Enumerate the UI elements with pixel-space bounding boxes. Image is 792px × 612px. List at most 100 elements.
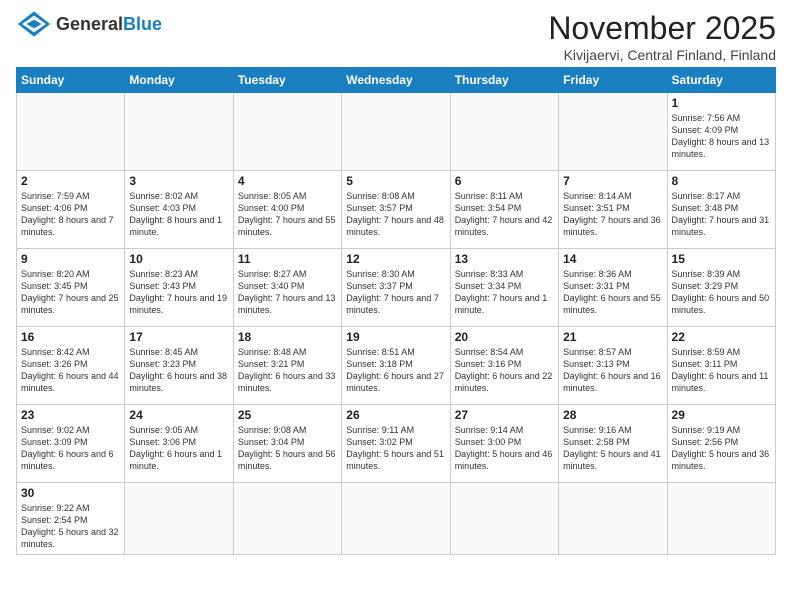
calendar-day-cell [342, 93, 450, 171]
day-number: 25 [238, 408, 337, 422]
day-info: Sunrise: 8:27 AM Sunset: 3:40 PM Dayligh… [238, 268, 337, 317]
day-number: 12 [346, 252, 445, 266]
header: GeneralBlue November 2025 Kivijaervi, Ce… [16, 10, 776, 63]
calendar-week-row: 1 Sunrise: 7:56 AM Sunset: 4:09 PM Daylig… [17, 93, 776, 171]
calendar-day-cell: 22Sunrise: 8:59 AM Sunset: 3:11 PM Dayli… [667, 327, 775, 405]
calendar-day-cell: 16 Sunrise: 8:42 AM Sunset: 3:26 PM Dayli… [17, 327, 125, 405]
day-info: Sunrise: 9:22 AM Sunset: 2:54 PM Dayligh… [21, 502, 120, 551]
calendar-day-cell: 10 Sunrise: 8:23 AM Sunset: 3:43 PM Dayli… [125, 249, 233, 327]
calendar-day-cell [559, 93, 667, 171]
calendar-day-cell [342, 483, 450, 555]
day-number: 30 [21, 486, 120, 500]
calendar-day-cell: 30 Sunrise: 9:22 AM Sunset: 2:54 PM Dayli… [17, 483, 125, 555]
day-number: 26 [346, 408, 445, 422]
subtitle: Kivijaervi, Central Finland, Finland [548, 47, 776, 63]
day-number: 28 [563, 408, 662, 422]
day-number: 16 [21, 330, 120, 344]
day-number: 18 [238, 330, 337, 344]
day-info: Sunrise: 8:14 AM Sunset: 3:51 PM Dayligh… [563, 190, 662, 239]
day-number: 6 [455, 174, 554, 188]
day-number: 13 [455, 252, 554, 266]
calendar-day-cell: 29Sunrise: 9:19 AM Sunset: 2:56 PM Dayli… [667, 405, 775, 483]
calendar-day-cell: 4 Sunrise: 8:05 AM Sunset: 4:00 PM Daylig… [233, 171, 341, 249]
weekday-header: Tuesday [233, 68, 341, 93]
day-info: Sunrise: 8:42 AM Sunset: 3:26 PM Dayligh… [21, 346, 120, 395]
weekday-header: Thursday [450, 68, 558, 93]
day-info: Sunrise: 9:16 AM Sunset: 2:58 PM Dayligh… [563, 424, 662, 473]
day-info: Sunrise: 7:59 AM Sunset: 4:06 PM Dayligh… [21, 190, 120, 239]
day-number: 4 [238, 174, 337, 188]
day-number: 27 [455, 408, 554, 422]
calendar-day-cell: 17Sunrise: 8:45 AM Sunset: 3:23 PM Dayli… [125, 327, 233, 405]
calendar-day-cell: 9Sunrise: 8:20 AM Sunset: 3:45 PM Daylig… [17, 249, 125, 327]
day-number: 1 [672, 96, 771, 110]
day-info: Sunrise: 8:48 AM Sunset: 3:21 PM Dayligh… [238, 346, 337, 395]
day-info: Sunrise: 9:02 AM Sunset: 3:09 PM Dayligh… [21, 424, 120, 473]
day-info: Sunrise: 9:05 AM Sunset: 3:06 PM Dayligh… [129, 424, 228, 473]
day-number: 15 [672, 252, 771, 266]
day-info: Sunrise: 8:51 AM Sunset: 3:18 PM Dayligh… [346, 346, 445, 395]
calendar-day-cell: 15 Sunrise: 8:39 AM Sunset: 3:29 PM Dayli… [667, 249, 775, 327]
day-number: 8 [672, 174, 771, 188]
day-info: Sunrise: 8:57 AM Sunset: 3:13 PM Dayligh… [563, 346, 662, 395]
title-block: November 2025 Kivijaervi, Central Finlan… [548, 10, 776, 63]
calendar-day-cell: 2 Sunrise: 7:59 AM Sunset: 4:06 PM Daylig… [17, 171, 125, 249]
calendar-day-cell: 13 Sunrise: 8:33 AM Sunset: 3:34 PM Dayli… [450, 249, 558, 327]
day-number: 19 [346, 330, 445, 344]
day-info: Sunrise: 9:14 AM Sunset: 3:00 PM Dayligh… [455, 424, 554, 473]
calendar-week-row: 16 Sunrise: 8:42 AM Sunset: 3:26 PM Dayli… [17, 327, 776, 405]
calendar-day-cell: 11Sunrise: 8:27 AM Sunset: 3:40 PM Dayli… [233, 249, 341, 327]
day-info: Sunrise: 8:33 AM Sunset: 3:34 PM Dayligh… [455, 268, 554, 317]
day-info: Sunrise: 8:45 AM Sunset: 3:23 PM Dayligh… [129, 346, 228, 395]
day-number: 24 [129, 408, 228, 422]
day-info: Sunrise: 9:11 AM Sunset: 3:02 PM Dayligh… [346, 424, 445, 473]
weekday-header: Friday [559, 68, 667, 93]
day-number: 20 [455, 330, 554, 344]
day-info: Sunrise: 8:11 AM Sunset: 3:54 PM Dayligh… [455, 190, 554, 239]
day-info: Sunrise: 7:56 AM Sunset: 4:09 PM Dayligh… [672, 112, 771, 161]
day-number: 23 [21, 408, 120, 422]
day-number: 2 [21, 174, 120, 188]
calendar-day-cell: 8Sunrise: 8:17 AM Sunset: 3:48 PM Daylig… [667, 171, 775, 249]
calendar-day-cell: 25 Sunrise: 9:08 AM Sunset: 3:04 PM Dayli… [233, 405, 341, 483]
weekday-header: Saturday [667, 68, 775, 93]
day-info: Sunrise: 8:30 AM Sunset: 3:37 PM Dayligh… [346, 268, 445, 317]
day-info: Sunrise: 8:39 AM Sunset: 3:29 PM Dayligh… [672, 268, 771, 317]
day-info: Sunrise: 8:36 AM Sunset: 3:31 PM Dayligh… [563, 268, 662, 317]
logo-text: GeneralBlue [56, 14, 162, 35]
calendar-day-cell: 23 Sunrise: 9:02 AM Sunset: 3:09 PM Dayli… [17, 405, 125, 483]
calendar-day-cell [667, 483, 775, 555]
day-number: 5 [346, 174, 445, 188]
calendar-day-cell: 21 Sunrise: 8:57 AM Sunset: 3:13 PM Dayli… [559, 327, 667, 405]
calendar-day-cell [17, 93, 125, 171]
calendar-day-cell [450, 93, 558, 171]
day-info: Sunrise: 9:08 AM Sunset: 3:04 PM Dayligh… [238, 424, 337, 473]
calendar-day-cell [125, 93, 233, 171]
day-number: 10 [129, 252, 228, 266]
calendar-day-cell: 6 Sunrise: 8:11 AM Sunset: 3:54 PM Daylig… [450, 171, 558, 249]
day-info: Sunrise: 8:54 AM Sunset: 3:16 PM Dayligh… [455, 346, 554, 395]
calendar-day-cell: 19 Sunrise: 8:51 AM Sunset: 3:18 PM Dayli… [342, 327, 450, 405]
day-info: Sunrise: 8:23 AM Sunset: 3:43 PM Dayligh… [129, 268, 228, 317]
calendar-day-cell [233, 483, 341, 555]
logo: GeneralBlue [16, 10, 162, 38]
weekday-header: Wednesday [342, 68, 450, 93]
calendar-day-cell: 28 Sunrise: 9:16 AM Sunset: 2:58 PM Dayli… [559, 405, 667, 483]
calendar-day-cell: 3Sunrise: 8:02 AM Sunset: 4:03 PM Daylig… [125, 171, 233, 249]
day-info: Sunrise: 8:05 AM Sunset: 4:00 PM Dayligh… [238, 190, 337, 239]
calendar-day-cell: 20 Sunrise: 8:54 AM Sunset: 3:16 PM Dayli… [450, 327, 558, 405]
day-number: 21 [563, 330, 662, 344]
day-info: Sunrise: 8:02 AM Sunset: 4:03 PM Dayligh… [129, 190, 228, 239]
calendar-day-cell [125, 483, 233, 555]
day-number: 29 [672, 408, 771, 422]
calendar-week-row: 30 Sunrise: 9:22 AM Sunset: 2:54 PM Dayli… [17, 483, 776, 555]
day-number: 22 [672, 330, 771, 344]
day-number: 7 [563, 174, 662, 188]
calendar-day-cell: 18 Sunrise: 8:48 AM Sunset: 3:21 PM Dayli… [233, 327, 341, 405]
month-title: November 2025 [548, 10, 776, 47]
calendar-day-cell: 5 Sunrise: 8:08 AM Sunset: 3:57 PM Daylig… [342, 171, 450, 249]
calendar-day-cell: 1 Sunrise: 7:56 AM Sunset: 4:09 PM Daylig… [667, 93, 775, 171]
page: GeneralBlue November 2025 Kivijaervi, Ce… [0, 0, 792, 565]
day-info: Sunrise: 8:08 AM Sunset: 3:57 PM Dayligh… [346, 190, 445, 239]
calendar-week-row: 9Sunrise: 8:20 AM Sunset: 3:45 PM Daylig… [17, 249, 776, 327]
